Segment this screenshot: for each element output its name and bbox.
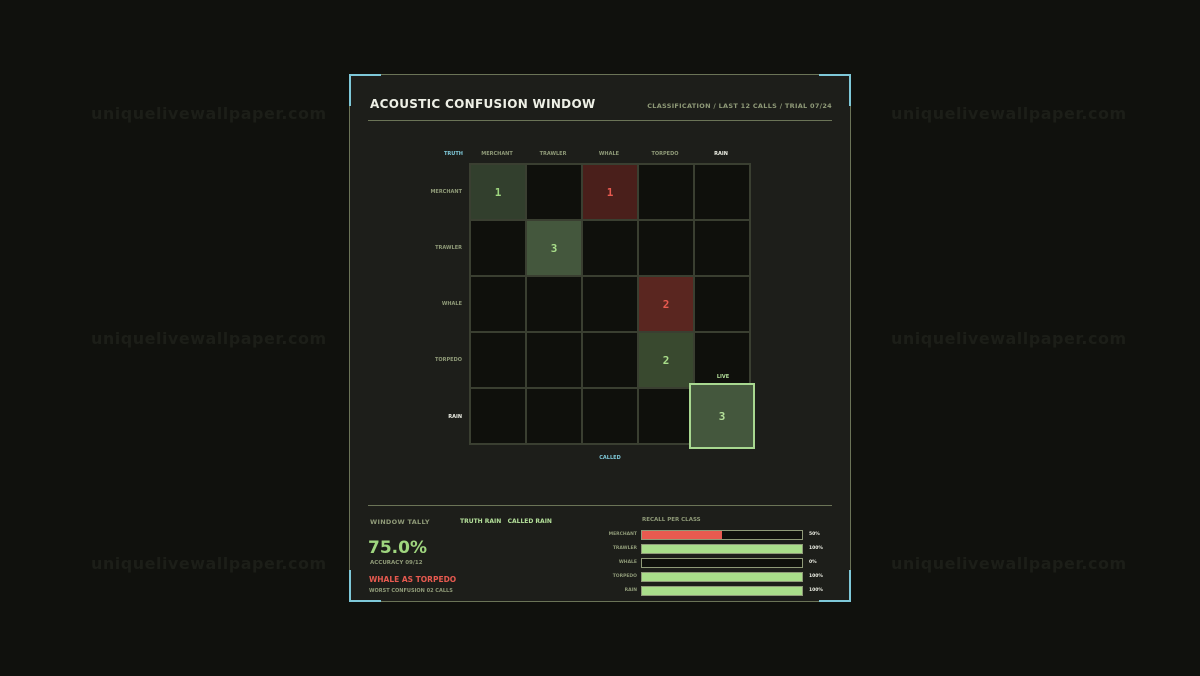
matrix-cell (639, 389, 693, 443)
accuracy-percent: 75.0% (368, 538, 427, 558)
recall-bar (641, 558, 803, 568)
column-header-trawler: TRAWLER (539, 151, 567, 157)
live-cell-highlight: 3 (689, 383, 755, 449)
matrix-cell (695, 165, 749, 219)
matrix-cell: 2 (639, 333, 693, 387)
matrix-cell (527, 389, 581, 443)
column-header-whale: WHALE (598, 151, 620, 157)
matrix-cell: 1 (471, 165, 525, 219)
recall-bar-fill (642, 587, 802, 595)
recall-class-name: WHALE (618, 560, 637, 565)
matrix-cell (471, 333, 525, 387)
recall-bar-fill (642, 573, 802, 581)
row-header-rain: RAIN (448, 414, 462, 420)
matrix-cell (583, 389, 637, 443)
matrix-cell (471, 221, 525, 275)
matrix-cell (527, 277, 581, 331)
recall-class-name: RAIN (624, 588, 637, 593)
header-divider (368, 120, 832, 121)
matrix-cell (639, 221, 693, 275)
live-indicator-label: LIVE (716, 374, 730, 380)
accuracy-detail: ACCURACY 09/12 (370, 560, 423, 566)
recall-class-name: TRAWLER (612, 546, 637, 551)
watermark: uniquelivewallpaper.com (891, 104, 1127, 123)
confusion-panel: ACOUSTIC CONFUSION WINDOW CLASSIFICATION… (349, 74, 851, 602)
column-header-rain: RAIN (714, 151, 728, 157)
recall-class-name: MERCHANT (608, 532, 637, 537)
recall-row: TORPEDO 100% (590, 572, 835, 582)
truth-axis-label: TRUTH (444, 151, 463, 157)
row-header-trawler: TRAWLER (435, 245, 462, 251)
recall-class-name: TORPEDO (612, 574, 637, 579)
matrix-cell (583, 333, 637, 387)
watermark: uniquelivewallpaper.com (891, 554, 1127, 573)
called-axis-label: CALLED (599, 455, 621, 461)
row-header-whale: WHALE (441, 301, 462, 307)
recall-row: RAIN 100% (590, 586, 835, 596)
matrix-cell (583, 277, 637, 331)
watermark: uniquelivewallpaper.com (91, 329, 327, 348)
column-header-merchant: MERCHANT (481, 151, 513, 157)
matrix-cell (527, 333, 581, 387)
matrix-cell: 1 (583, 165, 637, 219)
recall-row: TRAWLER 100% (590, 544, 835, 554)
panel-subtitle: CLASSIFICATION / LAST 12 CALLS / TRIAL 0… (647, 102, 832, 110)
worst-confusion: WHALE AS TORPEDO (369, 575, 457, 584)
recall-row: WHALE 0% (590, 558, 835, 568)
recall-value: 100% (809, 546, 823, 551)
recall-bar (641, 530, 803, 540)
recall-bar (641, 586, 803, 596)
recall-row: MERCHANT 50% (590, 530, 835, 540)
matrix-cell (695, 221, 749, 275)
matrix-cell: 3 (527, 221, 581, 275)
row-header-merchant: MERCHANT (430, 189, 462, 195)
matrix-cell (639, 165, 693, 219)
matrix-cell (527, 165, 581, 219)
recall-bar-fill (642, 545, 802, 553)
matrix-cell (695, 277, 749, 331)
row-header-torpedo: TORPEDO (435, 357, 462, 363)
watermark: uniquelivewallpaper.com (91, 554, 327, 573)
footer-divider (368, 505, 832, 506)
recall-bar (641, 544, 803, 554)
recall-value: 50% (809, 532, 820, 537)
recall-bar (641, 572, 803, 582)
column-header-torpedo: TORPEDO (651, 151, 679, 157)
matrix-cell: 2 (639, 277, 693, 331)
recall-title: RECALL PER CLASS (642, 517, 701, 523)
worst-confusion-detail: WORST CONFUSION 02 CALLS (369, 588, 453, 594)
recall-value: 100% (809, 574, 823, 579)
watermark: uniquelivewallpaper.com (891, 329, 1127, 348)
matrix-cell (471, 389, 525, 443)
recall-value: 0% (809, 560, 817, 565)
window-tally-label: WINDOW TALLY (370, 518, 430, 526)
watermark: uniquelivewallpaper.com (91, 104, 327, 123)
truth-called-readout: TRUTH RAIN CALLED RAIN (460, 518, 552, 525)
recall-value: 100% (809, 588, 823, 593)
matrix-cell (471, 277, 525, 331)
recall-bar-fill (642, 531, 722, 539)
panel-title: ACOUSTIC CONFUSION WINDOW (370, 97, 596, 111)
matrix-cell (583, 221, 637, 275)
